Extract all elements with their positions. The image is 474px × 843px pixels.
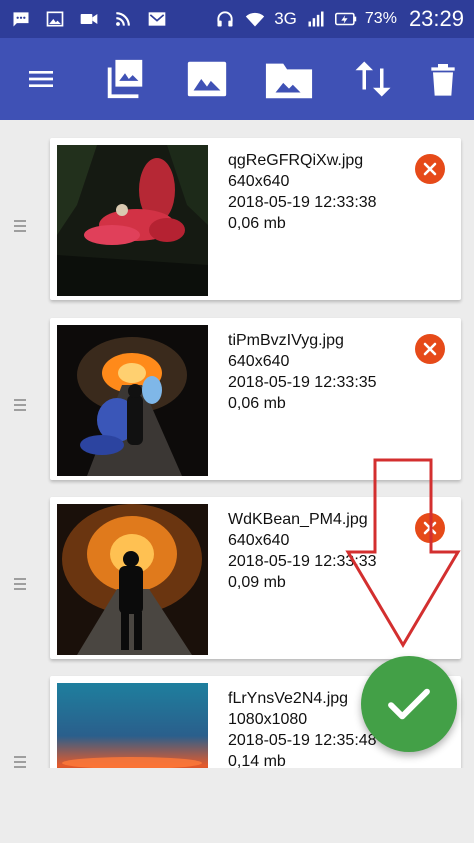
drag-handle-icon[interactable]: [14, 578, 26, 592]
thumbnail: [57, 504, 208, 655]
image-size: 0,06 mb: [228, 395, 286, 412]
image-dimensions: 640x640: [228, 353, 290, 370]
rss-icon: [116, 12, 130, 26]
delete-button[interactable]: [418, 54, 468, 104]
list-item[interactable]: tiPmBvzIVyg.jpg 640x640 2018-05-19 12:33…: [50, 318, 461, 480]
remove-button[interactable]: [415, 154, 445, 184]
thumbnail: [57, 145, 208, 296]
image-info: fLrYnsVe2N4.jpg 1080x1080 2018-05-19 12:…: [228, 688, 377, 772]
image-date: 2018-05-19 12:33:38: [228, 194, 377, 211]
confirm-fab[interactable]: [361, 656, 457, 752]
image-filename: tiPmBvzIVyg.jpg: [228, 332, 344, 349]
close-icon: [423, 342, 437, 356]
image-stack-button[interactable]: [100, 54, 150, 104]
battery-percent: 73%: [364, 10, 397, 27]
app-toolbar: [0, 38, 474, 120]
close-icon: [423, 521, 437, 535]
delete-icon: [431, 64, 455, 96]
image-date: 2018-05-19 12:35:48: [228, 732, 377, 749]
list-item[interactable]: qgReGFRQiXw.jpg 640x640 2018-05-19 12:33…: [50, 138, 461, 300]
video-icon: [80, 14, 98, 24]
image-filename: fLrYnsVe2N4.jpg: [228, 690, 349, 707]
close-icon: [423, 162, 437, 176]
battery-icon: [334, 12, 357, 26]
image-date: 2018-05-19 12:33:35: [228, 374, 377, 391]
sort-icon: [355, 61, 391, 97]
image-info: tiPmBvzIVyg.jpg 640x640 2018-05-19 12:33…: [228, 330, 377, 414]
image-dimensions: 640x640: [228, 173, 290, 190]
folder-button[interactable]: [264, 54, 314, 104]
image-size: 0,06 mb: [228, 215, 286, 232]
thumbnail: [57, 325, 208, 476]
checkmark-icon: [388, 688, 430, 720]
list-bottom-area: [0, 768, 474, 843]
image-dimensions: 640x640: [228, 532, 290, 549]
list-item[interactable]: WdKBean_PM4.jpg 640x640 2018-05-19 12:33…: [50, 497, 461, 659]
image-stack-icon: [107, 59, 143, 99]
drag-handle-icon[interactable]: [14, 399, 26, 413]
image-dimensions: 1080x1080: [228, 711, 308, 728]
status-bar: 3G 73% 23:29: [0, 0, 474, 38]
network-type: 3G: [274, 9, 297, 28]
image-filename: WdKBean_PM4.jpg: [228, 511, 368, 528]
sort-button[interactable]: [348, 54, 398, 104]
wifi-icon: [246, 12, 265, 27]
remove-button[interactable]: [415, 334, 445, 364]
clock: 23:29: [408, 6, 464, 31]
image-filename: qgReGFRQiXw.jpg: [228, 152, 364, 169]
signal-icon: [308, 11, 324, 27]
gallery-icon: [46, 11, 64, 27]
image-date: 2018-05-19 12:33:33: [228, 553, 377, 570]
image-size: 0,09 mb: [228, 574, 286, 591]
menu-button[interactable]: [16, 54, 66, 104]
image-info: WdKBean_PM4.jpg 640x640 2018-05-19 12:33…: [228, 509, 377, 593]
chat-icon: [13, 12, 29, 27]
remove-button[interactable]: [415, 513, 445, 543]
headphones-icon: [217, 11, 233, 27]
menu-icon: [29, 71, 53, 87]
mail-icon: [148, 12, 166, 26]
folder-image-icon: [265, 63, 313, 99]
image-icon: [187, 61, 227, 97]
image-info: qgReGFRQiXw.jpg 640x640 2018-05-19 12:33…: [228, 150, 377, 234]
image-button[interactable]: [182, 54, 232, 104]
drag-handle-icon[interactable]: [14, 220, 26, 234]
